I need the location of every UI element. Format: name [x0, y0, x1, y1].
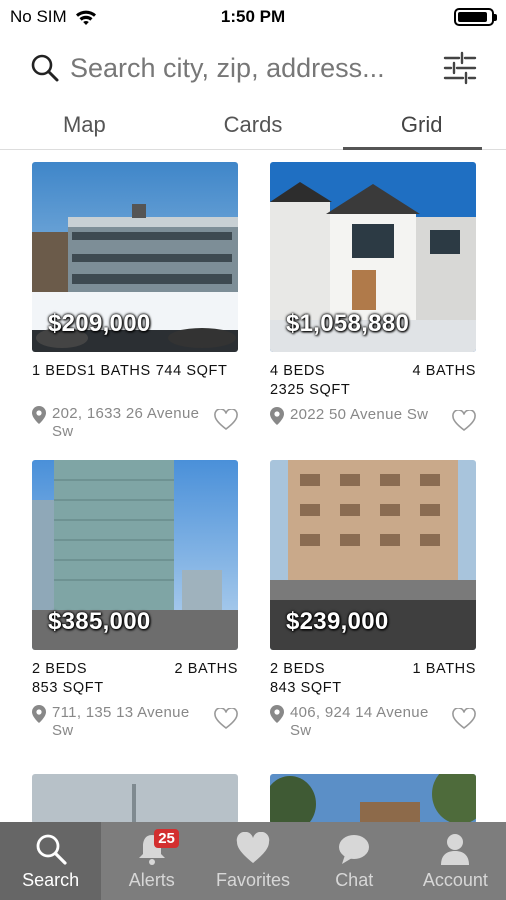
listing-price: $209,000	[48, 310, 151, 337]
search-icon	[31, 54, 59, 82]
alerts-badge: 25	[154, 829, 179, 848]
listing-photo[interactable]	[32, 774, 238, 824]
listing-sqft: 843 SQFT	[270, 680, 342, 696]
favorite-heart-icon[interactable]	[452, 410, 476, 432]
search-icon	[36, 834, 67, 865]
listing-card[interactable]: $209,000 1 BEDS 1 BATHS 744 SQFT 202, 16…	[32, 162, 238, 441]
tab-map[interactable]: Map	[0, 100, 169, 149]
listing-card[interactable]: $239,000 2 BEDS 1 BATHS 843 SQFT 406, 92…	[270, 460, 476, 740]
listing-specs: 2 BEDS 1 BATHS 843 SQFT	[270, 660, 476, 698]
listing-address-row: 2022 50 Avenue Sw	[270, 406, 476, 432]
status-left: No SIM	[10, 7, 97, 27]
bottom-nav: Search 25 Alerts Favorites Chat Account	[0, 822, 506, 900]
listing-beds: 2 BEDS	[32, 661, 88, 677]
listing-baths: 1 BATHS	[412, 661, 476, 677]
listing-photo[interactable]: $239,000	[270, 460, 476, 650]
nav-alerts-label: Alerts	[128, 870, 175, 890]
listing-specs: 1 BEDS 1 BATHS 744 SQFT	[32, 362, 238, 381]
nav-search[interactable]: Search	[0, 822, 102, 900]
location-pin-icon	[270, 705, 284, 723]
status-bar: No SIM 1:50 PM	[0, 0, 506, 34]
heart-icon	[236, 832, 270, 863]
filter-sliders-icon[interactable]	[442, 50, 478, 86]
listing-baths: 2 BATHS	[174, 661, 238, 677]
listing-beds: 1 BEDS	[32, 363, 88, 379]
listing-specs: 4 BEDS 4 BATHS 2325 SQFT	[270, 362, 476, 400]
listing-card[interactable]: $1,058,880 4 BEDS 4 BATHS 2325 SQFT 2022…	[270, 162, 476, 432]
listing-baths: 1 BATHS	[87, 363, 151, 379]
listing-address: 711, 135 13 Avenue Sw	[52, 704, 190, 739]
listing-address: 202, 1633 26 Avenue Sw	[52, 405, 200, 440]
listing-price: $385,000	[48, 608, 151, 635]
favorite-heart-icon[interactable]	[452, 708, 476, 730]
listing-card[interactable]	[270, 774, 476, 824]
search-bar	[0, 40, 506, 96]
listing-baths: 4 BATHS	[412, 363, 476, 379]
tab-grid[interactable]: Grid	[337, 100, 506, 150]
favorite-heart-icon[interactable]	[214, 708, 238, 730]
listing-photo[interactable]: $1,058,880	[270, 162, 476, 352]
listing-address-row: 202, 1633 26 Avenue Sw	[32, 405, 238, 441]
listing-photo[interactable]	[270, 774, 476, 824]
listing-address: 406, 924 14 Avenue Sw	[290, 704, 429, 739]
location-pin-icon	[270, 407, 284, 425]
nav-favorites[interactable]: Favorites	[202, 822, 303, 900]
listing-photo[interactable]: $209,000	[32, 162, 238, 352]
nav-account[interactable]: Account	[405, 822, 506, 900]
nav-favorites-label: Favorites	[215, 870, 291, 890]
photo-overcast-sky	[32, 774, 238, 824]
listing-beds: 4 BEDS	[270, 363, 326, 379]
listing-price: $239,000	[286, 608, 389, 635]
battery-fill	[458, 12, 487, 22]
listing-photo[interactable]: $385,000	[32, 460, 238, 650]
location-pin-icon	[32, 406, 46, 424]
listing-card[interactable]	[32, 774, 238, 824]
person-icon	[441, 834, 470, 865]
listing-sqft: 744 SQFT	[155, 363, 228, 379]
search-input[interactable]	[70, 52, 442, 84]
listing-address-row: 406, 924 14 Avenue Sw	[270, 704, 476, 740]
nav-chat-label: Chat	[335, 870, 374, 890]
battery-icon	[454, 8, 497, 26]
location-pin-icon	[32, 705, 46, 723]
listing-address: 2022 50 Avenue Sw	[290, 406, 429, 423]
chat-bubble-icon	[339, 835, 370, 864]
listing-card[interactable]: $385,000 2 BEDS 2 BATHS 853 SQFT 711, 13…	[32, 460, 238, 740]
photo-house-trees	[270, 774, 476, 824]
listing-beds: 2 BEDS	[270, 661, 326, 677]
nav-account-label: Account	[422, 870, 488, 890]
listing-specs: 2 BEDS 2 BATHS 853 SQFT	[32, 660, 238, 698]
nav-search-label: Search	[22, 870, 80, 890]
nav-chat[interactable]: Chat	[304, 822, 405, 900]
view-tabs: Map Cards Grid	[0, 100, 506, 150]
carrier-label: No SIM	[10, 7, 67, 26]
nav-alerts[interactable]: 25 Alerts	[101, 822, 202, 900]
listing-sqft: 853 SQFT	[32, 680, 104, 696]
listing-price: $1,058,880	[286, 310, 410, 337]
listing-address-row: 711, 135 13 Avenue Sw	[32, 704, 238, 740]
wifi-icon	[75, 10, 96, 25]
tab-cards[interactable]: Cards	[169, 100, 338, 149]
listing-sqft: 2325 SQFT	[270, 382, 351, 398]
favorite-heart-icon[interactable]	[214, 409, 238, 431]
